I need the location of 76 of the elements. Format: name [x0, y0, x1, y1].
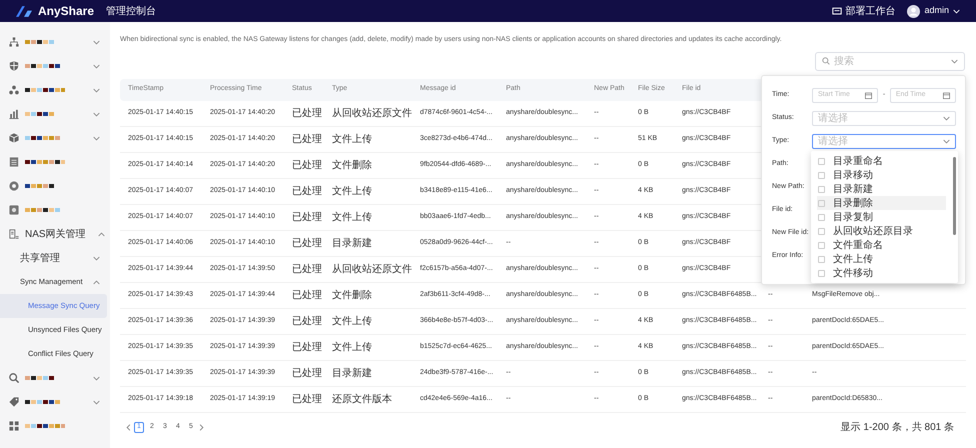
- sidebar-item[interactable]: 共享管理: [0, 246, 110, 270]
- menu-icon: [9, 157, 19, 167]
- logo-text: AnyShare: [38, 3, 94, 20]
- table-cell-text: 已处理: [291, 366, 323, 380]
- chevron-right-icon: [199, 424, 204, 431]
- dropdown-option[interactable]: 目录新建: [817, 182, 946, 196]
- table-cell-text: 已处理: [291, 314, 323, 328]
- workbench-link[interactable]: 部署工作台: [832, 4, 896, 18]
- table-cell-text: 从回收站还原文件: [331, 262, 412, 276]
- search-icon: [822, 57, 830, 65]
- table-cell-text: 已处理: [291, 132, 323, 146]
- checkbox[interactable]: [818, 242, 825, 248]
- redacted-label: [25, 160, 65, 164]
- menu-icon: [9, 37, 19, 47]
- checkbox[interactable]: [818, 200, 825, 206]
- table-cell-text: 已处理: [291, 158, 323, 172]
- dropdown-option[interactable]: 目录重命名: [817, 154, 946, 168]
- table-cell-text: 已处理: [291, 184, 323, 198]
- dropdown-option[interactable]: 目录复制: [817, 210, 946, 224]
- chevron-down-icon: [943, 139, 950, 144]
- dropdown-option[interactable]: 文件移动: [817, 266, 946, 280]
- table-cell-text: 目录新建: [331, 236, 373, 250]
- table-cell-text: 文件上传: [331, 340, 373, 354]
- checkbox[interactable]: [818, 158, 825, 164]
- table-cell-text: 文件上传: [331, 184, 373, 198]
- chevron-left-icon: [126, 424, 131, 431]
- table-cell-text: 文件上传: [331, 210, 373, 224]
- user-menu[interactable]: admin: [907, 4, 960, 18]
- menu-icon: [9, 61, 19, 71]
- checkbox[interactable]: [818, 172, 825, 178]
- console-title: 管理控制台: [106, 4, 156, 18]
- menu-icon: [9, 85, 19, 95]
- calendar-icon: [942, 92, 950, 99]
- table-cell-text: 文件上传: [331, 314, 373, 328]
- chevron-down-icon: [951, 58, 958, 64]
- dropdown-option[interactable]: 文件重命名: [817, 238, 946, 252]
- page-summary: 显示 1-200 条，共 801 条: [840, 420, 954, 435]
- dropdown-option[interactable]: 目录移动: [817, 168, 946, 182]
- table-cell-text: 已处理: [291, 236, 323, 250]
- table-cell-text: 文件删除: [331, 288, 373, 302]
- table-cell-text: 已处理: [291, 210, 323, 224]
- monitor-icon: [832, 6, 842, 16]
- checkbox[interactable]: [818, 270, 825, 276]
- table-cell-text: 文件删除: [331, 158, 373, 172]
- checkbox[interactable]: [818, 228, 825, 234]
- avatar-icon: [907, 4, 920, 18]
- menu-icon: [9, 229, 19, 239]
- table-cell-text: 还原文件版本: [331, 392, 393, 406]
- chevron-down-icon: [953, 8, 960, 14]
- calendar-icon: [865, 92, 872, 99]
- table-cell-text: 已处理: [291, 392, 323, 406]
- menu-icon: [9, 421, 19, 431]
- table-cell-text: 已处理: [291, 262, 323, 276]
- redacted-label: [25, 88, 65, 92]
- dropdown-option[interactable]: 目录删除: [817, 196, 946, 210]
- menu-icon: [9, 205, 19, 215]
- dropdown-option[interactable]: 文件上传: [817, 252, 946, 266]
- checkbox[interactable]: [818, 214, 825, 220]
- menu-icon: [9, 109, 19, 119]
- dropdown-option[interactable]: 从回收站还原目录: [817, 224, 946, 238]
- table-cell-text: 已处理: [291, 340, 323, 354]
- menu-icon: [9, 181, 19, 191]
- redacted-label: [25, 424, 65, 428]
- chevron-down-icon: [943, 116, 950, 121]
- table-cell-text: 已处理: [291, 288, 323, 302]
- table-cell-text: 从回收站还原文件: [331, 106, 412, 120]
- sidebar-item[interactable]: NAS网关管理: [0, 222, 110, 246]
- menu-icon: [9, 133, 19, 143]
- logo-icon: [16, 6, 32, 16]
- checkbox[interactable]: [818, 186, 825, 192]
- table-cell-text: 目录新建: [331, 366, 373, 380]
- menu-icon: [9, 373, 19, 383]
- menu-icon: [9, 397, 19, 407]
- table-cell-text: 已处理: [291, 106, 323, 120]
- table-cell-text: 文件上传: [331, 132, 373, 146]
- checkbox[interactable]: [818, 256, 825, 262]
